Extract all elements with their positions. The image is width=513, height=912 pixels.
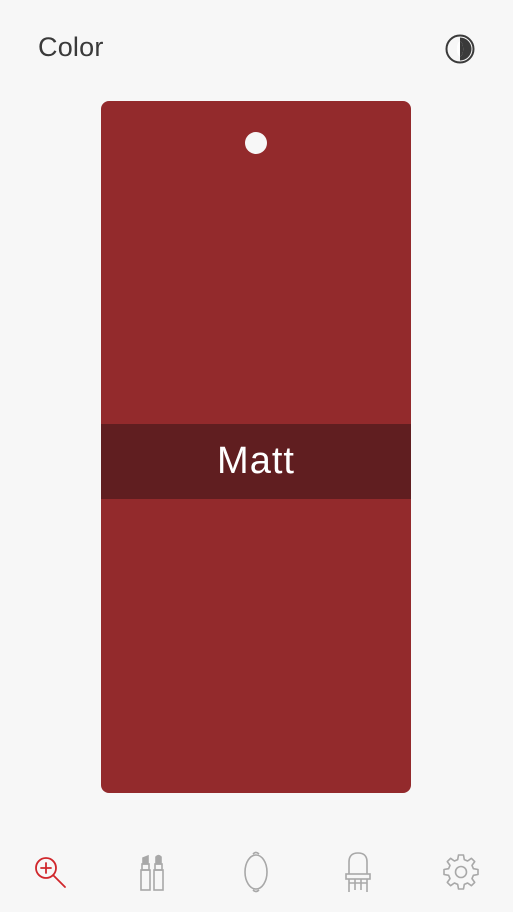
tab-mirror[interactable] (234, 850, 278, 894)
zoom-in-icon (35, 857, 66, 888)
finish-label: Matt (217, 440, 295, 482)
contrast-toggle-button[interactable] (444, 33, 476, 65)
color-swatch-card[interactable]: Matt (101, 101, 411, 793)
tab-zoom[interactable] (28, 850, 72, 894)
swatch-hole (245, 132, 267, 154)
tab-vanity[interactable] (336, 850, 380, 894)
mirror-icon (244, 851, 268, 893)
lipstick-icon (140, 854, 164, 891)
contrast-icon (445, 34, 475, 64)
tab-settings[interactable] (439, 850, 483, 894)
bottom-tab-bar (0, 832, 513, 912)
color-screen: Color Matt (0, 0, 513, 912)
tab-products[interactable] (131, 850, 175, 894)
page-title: Color (38, 32, 104, 62)
finish-band: Matt (101, 424, 411, 499)
header: Color (0, 0, 513, 100)
gear-icon (443, 854, 479, 890)
vanity-chair-icon (345, 852, 371, 892)
